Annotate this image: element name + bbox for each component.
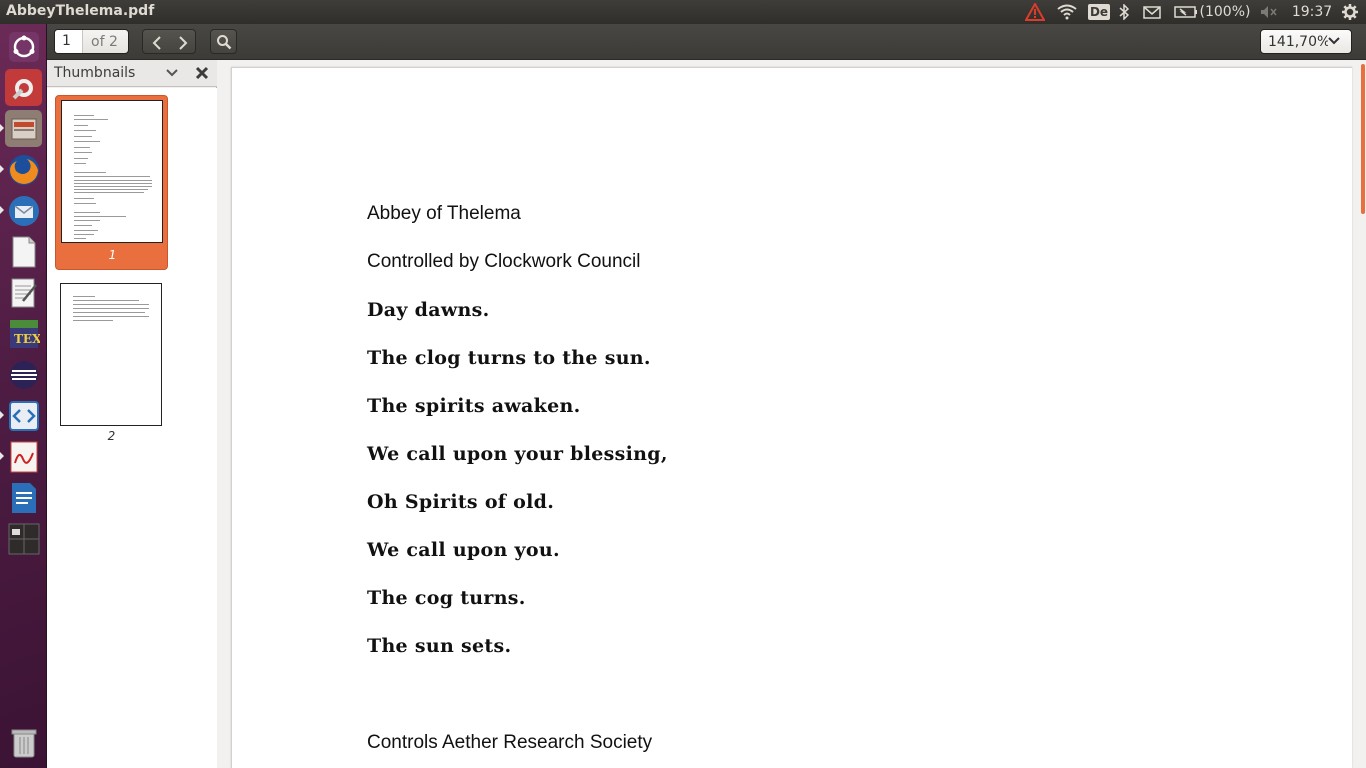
volume-muted-icon[interactable] — [1258, 0, 1280, 24]
battery-percentage: (100%) — [1199, 4, 1251, 20]
scrollbar-thumb[interactable] — [1361, 64, 1365, 214]
wifi-icon[interactable] — [1056, 0, 1078, 24]
firefox-icon[interactable] — [0, 151, 42, 188]
thumbnail-image — [61, 100, 163, 243]
toolbar: 1 of 2 141,70% — [47, 24, 1366, 60]
chevron-down-icon[interactable] — [166, 68, 178, 78]
document-line: Oh Spirits of old. — [367, 491, 555, 513]
next-page-button[interactable] — [169, 30, 196, 55]
document-line: Day dawns. — [367, 299, 490, 321]
thumbnail-label: 1 — [108, 248, 117, 262]
top-panel: AbbeyThelema.pdf De (100%) 19:37 — [0, 0, 1366, 24]
current-page-input[interactable]: 1 — [55, 30, 83, 53]
workspace-switcher-icon[interactable] — [5, 520, 42, 557]
page-total-label: of 2 — [91, 33, 118, 50]
document-line: The sun sets. — [367, 635, 512, 657]
zoom-value: 141,70% — [1268, 33, 1328, 50]
bluetooth-icon[interactable] — [1116, 0, 1132, 24]
document-line: The spirits awaken. — [367, 395, 581, 417]
battery-icon[interactable] — [1173, 0, 1199, 24]
libreoffice-writer-icon[interactable] — [5, 479, 42, 516]
sidebar-title[interactable]: Thumbnails — [54, 65, 135, 81]
mail-icon[interactable] — [1141, 0, 1163, 24]
eclipse-icon[interactable] — [5, 356, 42, 393]
thumbnail-page-2[interactable]: 2 — [55, 277, 168, 447]
thumbnail-page-1[interactable]: 1 — [55, 95, 168, 270]
libreoffice-icon[interactable] — [5, 233, 42, 270]
warning-icon[interactable] — [1024, 0, 1046, 24]
document-line: Abbey of Thelema — [367, 203, 521, 224]
document-page: Abbey of Thelema Controlled by Clockwork… — [231, 67, 1352, 768]
document-line: The cog turns. — [367, 587, 526, 609]
window-title: AbbeyThelema.pdf — [6, 3, 155, 19]
chevron-right-icon — [178, 35, 187, 50]
system-settings-icon[interactable] — [5, 69, 42, 106]
sidebar-header: Thumbnails — [47, 60, 217, 87]
page-nav-group — [142, 29, 196, 54]
document-line: We call upon your blessing, — [367, 443, 668, 465]
document-view[interactable]: Abbey of Thelema Controlled by Clockwork… — [217, 60, 1366, 768]
clock[interactable]: 19:37 — [1292, 0, 1332, 24]
thumbnail-image — [60, 283, 162, 426]
pdf-viewer-icon[interactable] — [0, 438, 51, 475]
close-icon[interactable] — [195, 66, 209, 80]
chevron-down-icon — [1328, 37, 1340, 45]
previous-page-button[interactable] — [143, 30, 170, 55]
document-line: Controls Aether Research Society — [367, 732, 653, 753]
zoom-combo[interactable]: 141,70% — [1260, 29, 1352, 54]
text-editor-icon[interactable] — [5, 274, 42, 311]
document-line: The clog turns to the sun. — [367, 347, 651, 369]
texmaker-icon[interactable]: TEX — [5, 315, 42, 352]
thumbnail-list: 1 2 — [47, 88, 217, 768]
keyboard-layout-icon[interactable]: De — [1087, 0, 1111, 24]
search-icon — [216, 34, 231, 49]
search-button[interactable] — [210, 29, 237, 54]
settings-gear-icon[interactable] — [1340, 0, 1360, 24]
document-line: Controlled by Clockwork Council — [367, 251, 641, 272]
page-entry[interactable]: 1 of 2 — [54, 29, 129, 54]
thumbnail-label: 2 — [107, 429, 116, 443]
sidebar: Thumbnails 1 2 — [47, 60, 217, 768]
keyboard-layout-label: De — [1087, 4, 1111, 20]
document-line: We call upon you. — [367, 539, 560, 561]
launcher: TEX — [0, 24, 51, 768]
chevron-left-icon — [152, 35, 161, 50]
file-manager-icon[interactable] — [0, 110, 42, 147]
thunderbird-icon[interactable] — [0, 192, 42, 229]
code-editor-icon[interactable] — [0, 397, 42, 434]
svg-text:TEX: TEX — [14, 332, 40, 346]
trash-icon[interactable] — [5, 724, 42, 761]
dash-home-icon[interactable] — [5, 28, 42, 65]
scrollbar[interactable] — [1361, 60, 1366, 768]
